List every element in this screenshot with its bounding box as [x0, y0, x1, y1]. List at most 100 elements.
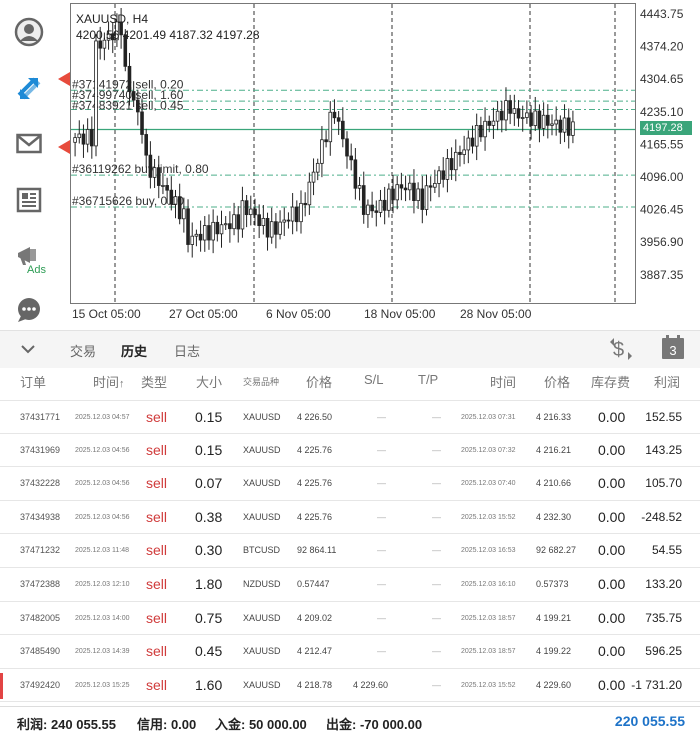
- tab-journal[interactable]: 日志: [174, 341, 200, 360]
- dollar-sort-icon[interactable]: $: [608, 336, 634, 367]
- open-price-cell: 4 225.76: [297, 511, 333, 522]
- candle-body: [278, 221, 282, 235]
- account-summary-bar: 利润: 240 055.55 信用: 0.00 入金: 50 000.00 出金…: [0, 706, 700, 735]
- candle-body: [512, 108, 517, 114]
- type-cell: sell: [146, 508, 168, 525]
- close-price-cell: 4 216.33: [536, 412, 572, 422]
- table-row[interactable]: 37471232 2025.12.03 11:48 sell 0.30 BTCUSD 92…: [0, 534, 700, 568]
- table-row[interactable]: 37434938 2025.12.03 04:56 sell 0.38 XAUUSD 4 …: [0, 501, 700, 535]
- date-axis-label: 6 Nov 05:00: [266, 307, 331, 321]
- tab-history[interactable]: 历史: [121, 341, 147, 360]
- profit-cell: 105.70: [645, 476, 682, 491]
- col-order[interactable]: 订单: [20, 372, 46, 391]
- swap-cell: 0.00: [598, 643, 626, 660]
- candle-body: [94, 40, 98, 147]
- candle-body: [374, 210, 379, 213]
- candle-body: [269, 221, 274, 238]
- chart-plot-area: [70, 3, 636, 304]
- chat-icon[interactable]: [9, 290, 49, 330]
- candle-body: [541, 114, 546, 129]
- left-sidebar: Ads: [0, 0, 58, 330]
- size-cell: 0.15: [195, 409, 223, 425]
- type-cell: sell: [146, 676, 168, 693]
- col-time[interactable]: 时间↑: [93, 372, 125, 391]
- candle-body: [470, 137, 475, 147]
- sort-up-icon: ↑: [119, 378, 125, 390]
- close-time-cell: 2025.12.03 16:10: [461, 580, 516, 588]
- size-cell: 0.07: [195, 475, 223, 492]
- candle-body: [211, 221, 215, 241]
- col-close-time[interactable]: 时间: [490, 372, 516, 391]
- tp-empty-dash: —: [432, 511, 441, 522]
- date-axis-label: 28 Nov 05:00: [460, 307, 532, 321]
- table-row[interactable]: 37472388 2025.12.03 12:10 sell 1.80 NZDUSD 0.…: [0, 568, 700, 602]
- col-type[interactable]: 类型: [141, 372, 167, 391]
- svg-text:$: $: [613, 339, 624, 361]
- sl-empty-dash: —: [377, 646, 386, 657]
- table-row[interactable]: 37432228 2025.12.03 04:56 sell 0.07 XAUUSD 4 …: [0, 467, 700, 501]
- candle-body: [182, 208, 186, 220]
- price-chart[interactable]: 4443.75 4374.20 4304.65 4235.10 4165.55 4096.…: [70, 0, 700, 330]
- candle-body: [223, 223, 228, 226]
- candle-body: [546, 114, 550, 126]
- candle-body: [127, 65, 132, 92]
- sl-empty-dash: —: [377, 578, 386, 589]
- col-profit[interactable]: 利润: [654, 372, 680, 391]
- candle-body: [349, 155, 353, 161]
- symbol-cell: XAUUSD: [243, 612, 281, 623]
- col-price[interactable]: 价格: [306, 372, 332, 391]
- calendar-icon[interactable]: 3: [660, 333, 686, 366]
- col-size[interactable]: 大小: [196, 372, 222, 391]
- open-time-cell: 2025.12.03 04:56: [75, 513, 130, 521]
- candle-body: [474, 125, 479, 147]
- col-close-price[interactable]: 价格: [544, 372, 570, 391]
- profit-cell: 54.55: [651, 543, 682, 558]
- col-swap[interactable]: 库存费: [591, 372, 630, 391]
- candle-body: [165, 185, 169, 191]
- candle-body: [81, 133, 86, 145]
- type-cell: sell: [146, 542, 168, 559]
- table-row[interactable]: 37431969 2025.12.03 04:56 sell 0.15 XAUUSD 4 …: [0, 434, 700, 468]
- sl-cell: 4 229.60: [353, 679, 389, 690]
- price-axis-label: 4165.55: [640, 137, 684, 151]
- summary-profit: 利润: 240 055.55: [17, 717, 117, 732]
- summary-withdrawal: 出金: -70 000.00: [326, 717, 423, 732]
- open-time-cell: 2025.12.03 14:00: [75, 614, 130, 622]
- table-row[interactable]: 37431771 2025.12.03 04:57 sell 0.15 XAUUSD 4 …: [0, 400, 700, 434]
- size-cell: 1.80: [195, 575, 223, 592]
- candle-body: [328, 111, 333, 143]
- candle-body: [274, 221, 278, 235]
- swap-cell: 0.00: [598, 409, 626, 425]
- candle-body: [148, 154, 153, 178]
- tab-trade[interactable]: 交易: [70, 341, 96, 360]
- price-axis-label: 3887.35: [640, 268, 684, 282]
- position-marker-icon: [58, 72, 70, 86]
- candle-body: [257, 214, 261, 227]
- date-axis-label: 18 Nov 05:00: [364, 307, 436, 321]
- candle-body: [412, 182, 416, 201]
- candle-body: [495, 110, 500, 122]
- mail-icon[interactable]: [9, 124, 49, 164]
- news-icon[interactable]: [9, 180, 49, 220]
- trade-arrows-icon[interactable]: [9, 68, 49, 108]
- candle-body: [307, 181, 312, 206]
- table-row[interactable]: 37492420 2025.12.03 15:25 sell 1.60 XAUUSD 4 …: [0, 669, 700, 703]
- col-symbol[interactable]: 交易品种: [243, 375, 279, 388]
- candle-body: [449, 158, 454, 171]
- candle-body: [152, 167, 157, 178]
- col-tp[interactable]: T/P: [418, 372, 438, 387]
- table-row[interactable]: 37482005 2025.12.03 14:00 sell 0.75 XAUUSD 4 …: [0, 602, 700, 636]
- profit-cell: 143.25: [645, 442, 682, 457]
- open-time-cell: 2025.12.03 14:39: [75, 648, 130, 656]
- candle-body: [299, 202, 303, 223]
- table-row[interactable]: 37485490 2025.12.03 14:39 sell 0.45 XAUUSD 4 …: [0, 635, 700, 669]
- tp-empty-dash: —: [432, 412, 441, 422]
- price-axis-label: 4235.10: [640, 105, 684, 119]
- profit-cell: 596.25: [645, 644, 682, 659]
- chevron-down-icon[interactable]: [20, 341, 36, 362]
- account-avatar-icon[interactable]: [9, 12, 49, 52]
- col-sl[interactable]: S/L: [364, 372, 384, 387]
- candle-body: [186, 208, 190, 245]
- tp-empty-dash: —: [432, 578, 441, 589]
- candlestick-chart[interactable]: 4443.75 4374.20 4304.65 4235.10 4165.55 4096.…: [70, 0, 700, 330]
